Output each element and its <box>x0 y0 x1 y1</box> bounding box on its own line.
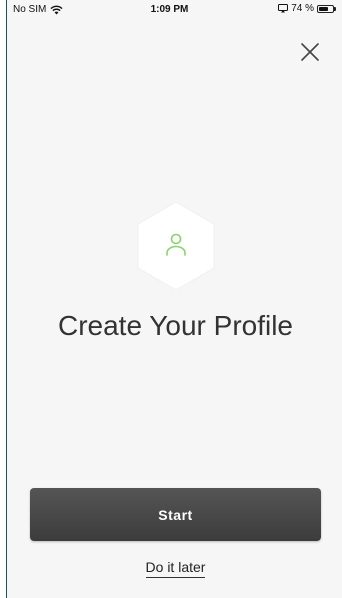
page-title: Create Your Profile <box>57 310 294 341</box>
profile-avatar-badge <box>137 201 215 291</box>
start-button-label: Start <box>158 506 193 523</box>
battery-percent: 74 % <box>291 3 314 14</box>
profile-onboarding-screen: No SIM 1:09 PM 74 % Create Your Profile … <box>0 0 342 598</box>
do-it-later-link[interactable]: Do it later <box>0 559 342 578</box>
battery-indicator <box>317 4 336 13</box>
start-button[interactable]: Start <box>30 488 321 541</box>
status-right: 74 % <box>278 3 336 14</box>
battery-icon <box>317 4 334 13</box>
status-bar: No SIM 1:09 PM 74 % <box>9 0 342 22</box>
left-edge-divider <box>0 0 7 598</box>
do-it-later-label: Do it later <box>145 559 206 578</box>
battery-tip <box>334 6 336 11</box>
close-icon <box>301 43 319 61</box>
battery-fill <box>319 6 329 11</box>
close-button[interactable] <box>298 40 322 64</box>
screen-mirror-icon <box>278 4 289 13</box>
